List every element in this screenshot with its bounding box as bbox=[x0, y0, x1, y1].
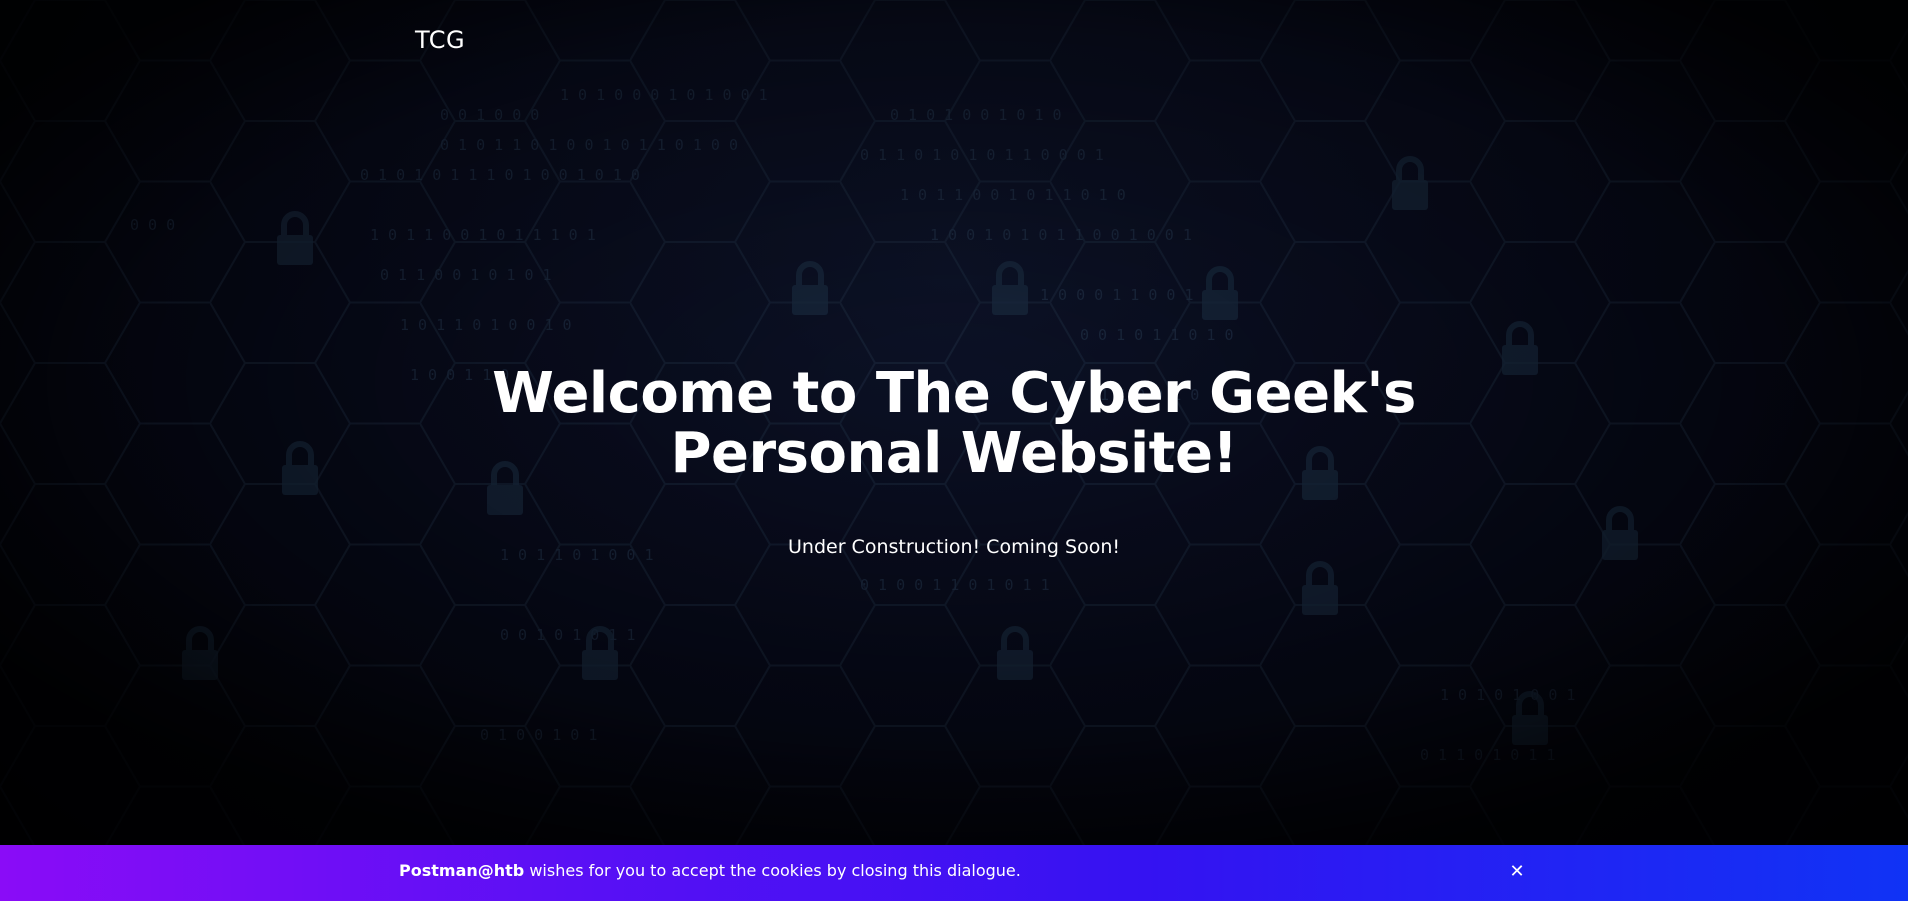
hero-title-line-1: Welcome to The Cyber Geek's bbox=[492, 361, 1416, 426]
page: 1 0 1 0 0 0 1 0 1 0 0 1 0 0 1 0 0 0 0 1 … bbox=[0, 0, 1908, 901]
brand-logo-text[interactable]: TCG bbox=[415, 26, 465, 54]
cookie-banner-sender: Postman@htb bbox=[399, 861, 525, 880]
close-icon: ✕ bbox=[1509, 861, 1525, 882]
hero-title: Welcome to The Cyber Geek's Personal Web… bbox=[354, 364, 1554, 484]
cookie-banner-text: wishes for you to accept the cookies by … bbox=[524, 861, 1021, 880]
cookie-banner-message: Postman@htb wishes for you to accept the… bbox=[399, 861, 1021, 880]
hero-subtitle: Under Construction! Coming Soon! bbox=[788, 536, 1120, 558]
cookie-close-button[interactable]: ✕ bbox=[1506, 861, 1528, 883]
cookie-banner: Postman@htb wishes for you to accept the… bbox=[0, 845, 1908, 901]
hero-title-line-2: Personal Website! bbox=[670, 421, 1238, 486]
